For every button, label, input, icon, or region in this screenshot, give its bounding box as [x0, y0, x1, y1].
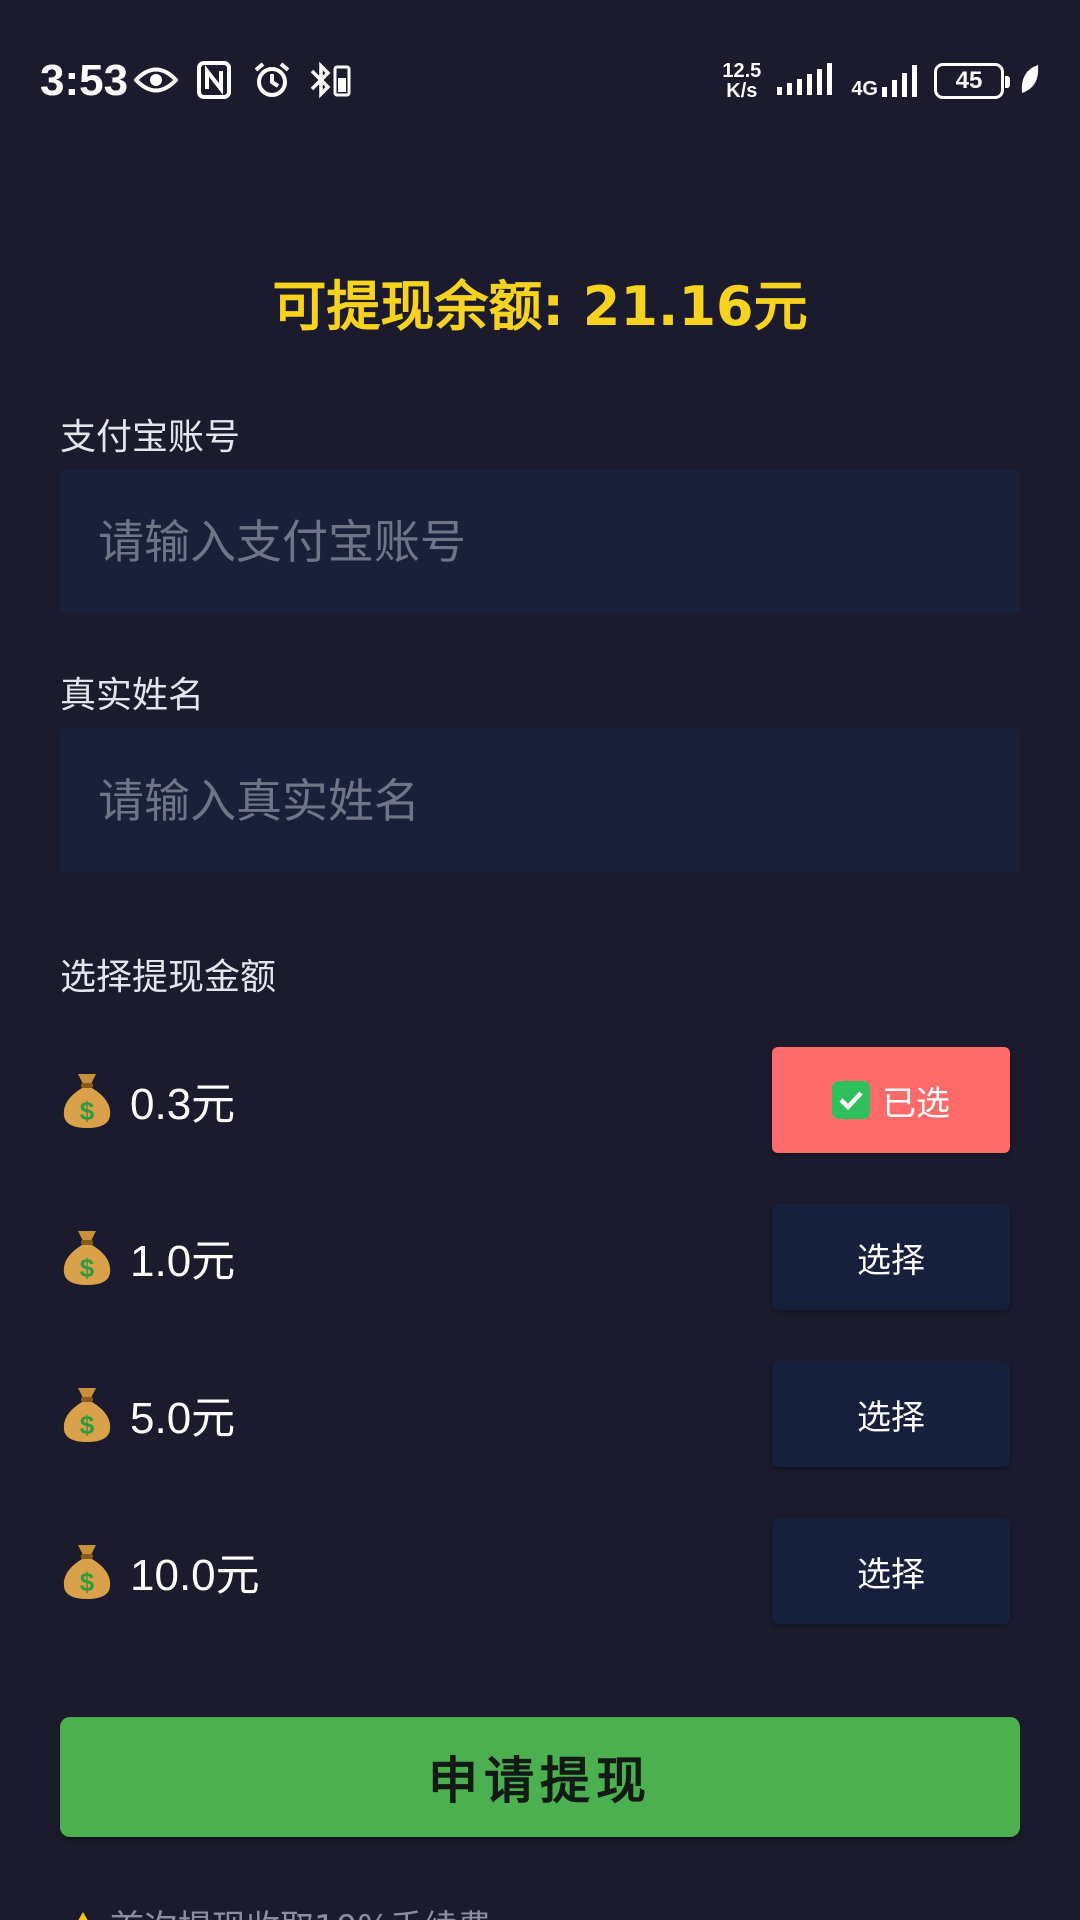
nfc-icon [192, 58, 236, 102]
network-speed-unit: K/s [726, 80, 758, 102]
amount-option-row: $ 1.0元 选择 [60, 1202, 1010, 1312]
battery-level: 45 [955, 67, 983, 94]
money-bag-icon: $ [63, 1545, 111, 1599]
apply-withdraw-button[interactable]: 申请提现 [60, 1717, 1020, 1837]
svg-text:$: $ [80, 1253, 95, 1283]
svg-text:$: $ [80, 1567, 95, 1597]
amount-button-label: 选择 [857, 1554, 925, 1595]
amount-value: 10.0元 [130, 1551, 260, 1600]
status-bar: 3:53 12.5 K/s 4G 45 [0, 0, 1080, 160]
amount-value: 1.0元 [130, 1237, 236, 1286]
check-icon [832, 1081, 870, 1119]
amount-option: $ 1.0元 [60, 1202, 235, 1312]
signal-4g-icon [882, 65, 917, 97]
amount-section-label: 选择提现金额 [60, 957, 277, 998]
amount-option: $ 5.0元 [60, 1359, 235, 1469]
status-left-icons [134, 58, 352, 102]
warning-icon [78, 1911, 88, 1920]
amount-option: $ 0.3元 [60, 1045, 235, 1155]
money-bag-icon: $ [63, 1388, 111, 1442]
network-speed: 12.5 K/s [722, 61, 761, 101]
real-name-input[interactable] [60, 729, 1020, 872]
money-bag-icon: $ [63, 1231, 111, 1285]
fee-note: 首次提现收取10%手续费 [66, 1900, 492, 1920]
alipay-account-label: 支付宝账号 [60, 417, 241, 458]
withdraw-page: 3:53 12.5 K/s 4G 45 可提现余额: 21.16元 支付宝账号 … [0, 0, 1080, 1920]
status-right: 12.5 K/s 4G 45 [722, 56, 1040, 106]
alarm-icon [250, 58, 294, 102]
amount-select-button[interactable]: 选择 [772, 1204, 1010, 1310]
amount-button-label: 已选 [882, 1083, 950, 1124]
amount-option-row: $ 10.0元 选择 [60, 1516, 1010, 1626]
amount-button-label: 选择 [857, 1240, 925, 1281]
battery-icon: 45 [934, 63, 1010, 99]
amount-value: 5.0元 [130, 1394, 236, 1443]
money-bag-icon: $ [63, 1074, 111, 1128]
amount-option-row: $ 0.3元 已选 [60, 1045, 1010, 1155]
signal-4g: 4G [851, 63, 920, 99]
fee-note-text: 首次提现收取10%手续费 [110, 1900, 492, 1920]
amount-option-row: $ 5.0元 选择 [60, 1359, 1010, 1469]
network-speed-value: 12.5 [722, 60, 762, 82]
withdrawable-balance: 可提现余额: 21.16元 [272, 275, 808, 338]
amount-selected-button[interactable]: 已选 [772, 1047, 1010, 1153]
amount-button-label: 选择 [857, 1397, 925, 1438]
svg-text:$: $ [80, 1096, 95, 1126]
amount-option: $ 10.0元 [60, 1516, 260, 1626]
bluetooth-icon [308, 58, 352, 102]
eye-icon [134, 58, 178, 102]
amount-select-button[interactable]: 选择 [772, 1518, 1010, 1624]
svg-text:$: $ [80, 1410, 95, 1440]
signal-icon [775, 61, 837, 101]
alipay-account-input[interactable] [60, 470, 1020, 613]
real-name-label: 真实姓名 [60, 675, 205, 716]
amount-value: 0.3元 [130, 1080, 236, 1129]
network-type: 4G [851, 78, 878, 100]
amount-select-button[interactable]: 选择 [772, 1361, 1010, 1467]
status-time: 3:53 [40, 56, 129, 105]
leaf-icon [1018, 63, 1040, 99]
